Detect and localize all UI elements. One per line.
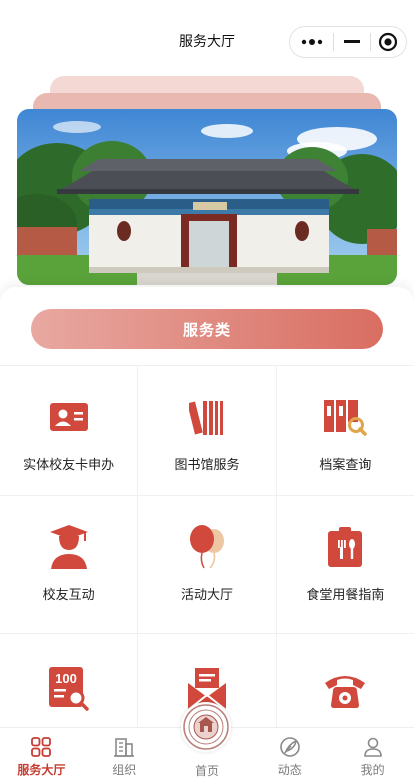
service-label: 档案查询 — [319, 457, 372, 472]
tab-label: 首页 — [194, 764, 219, 778]
service-item-dining[interactable]: 食堂用餐指南 — [277, 496, 414, 633]
navigation-bar: 服务大厅 — [0, 0, 414, 82]
telephone-icon — [325, 676, 366, 708]
grid-icon — [31, 737, 52, 757]
more-dots-icon — [301, 39, 322, 45]
service-item-library[interactable]: 图书馆服务 — [138, 366, 277, 495]
tab-service-hall[interactable]: 服务大厅 — [0, 728, 83, 780]
tab-mine[interactable]: 我的 — [331, 728, 414, 780]
id-card-icon — [49, 403, 88, 431]
svg-text:100: 100 — [55, 671, 77, 686]
tab-organization[interactable]: 组织 — [83, 728, 166, 780]
emblem-icon — [183, 704, 229, 750]
feather-icon — [279, 737, 300, 757]
tab-label: 动态 — [277, 763, 302, 777]
graduate-icon — [49, 525, 88, 569]
user-icon — [363, 737, 382, 757]
service-label: 校友互动 — [42, 587, 95, 602]
balloons-icon — [189, 525, 224, 569]
service-item-alumni-card[interactable]: 实体校友卡申办 — [0, 366, 139, 495]
archive-search-icon — [324, 400, 368, 436]
service-item-events[interactable]: 活动大厅 — [138, 496, 277, 633]
home-emblem-button[interactable] — [181, 702, 231, 752]
category-title[interactable]: 服务类 — [31, 309, 383, 349]
minus-icon — [343, 40, 360, 43]
banner-carousel[interactable] — [17, 109, 397, 285]
target-icon — [379, 32, 398, 52]
more-button[interactable] — [290, 27, 333, 57]
service-item-archive[interactable]: 档案查询 — [277, 366, 414, 495]
service-label: 食堂用餐指南 — [306, 587, 385, 602]
service-row: 校友互动 活动大厅 食堂用餐指南 — [0, 495, 414, 633]
tab-label: 组织 — [112, 763, 137, 777]
service-label: 活动大厅 — [180, 587, 233, 602]
service-label: 图书馆服务 — [174, 457, 240, 472]
service-row: 实体校友卡申办 图书馆服务 档案查询 — [0, 365, 414, 495]
tab-label: 服务大厅 — [17, 763, 66, 777]
building-icon — [114, 738, 135, 757]
books-icon — [188, 401, 223, 435]
dining-icon — [328, 527, 363, 567]
minimize-button[interactable] — [334, 27, 369, 57]
tab-news[interactable]: 动态 — [248, 728, 331, 780]
tab-label: 我的 — [360, 763, 385, 777]
campus-gate-image — [17, 109, 397, 285]
score-search-icon: 100 — [48, 667, 89, 711]
service-item-alumni-interaction[interactable]: 校友互动 — [0, 496, 139, 633]
service-label: 实体校友卡申办 — [23, 457, 115, 472]
close-button[interactable] — [371, 27, 406, 57]
mini-program-capsule — [289, 26, 407, 58]
